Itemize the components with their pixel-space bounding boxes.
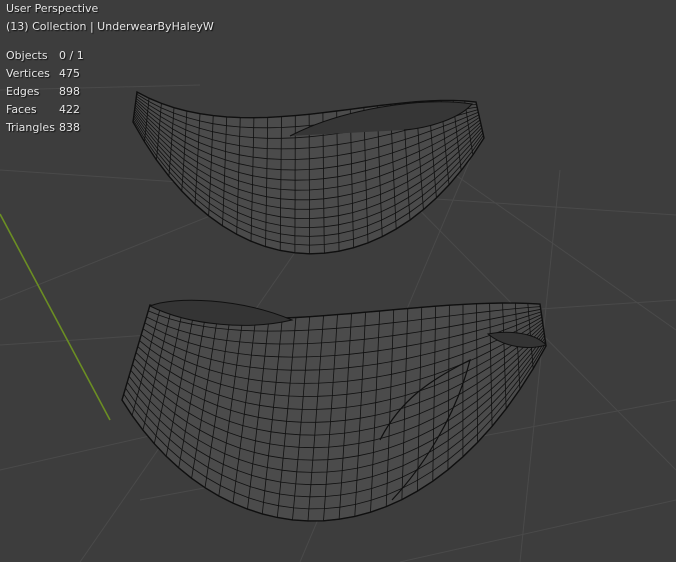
- 3d-viewport[interactable]: User Perspective (13) Collection | Under…: [0, 0, 676, 562]
- lower-underwear-mesh[interactable]: [121, 299, 547, 522]
- viewport-scene[interactable]: [0, 0, 676, 562]
- y-axis-line: [0, 213, 111, 421]
- grid-line: [0, 84, 201, 91]
- upper-underwear-mesh[interactable]: [132, 90, 485, 255]
- mesh-surface: [121, 302, 547, 522]
- grid-line: [399, 499, 676, 562]
- mesh-edge-ring: [308, 114, 311, 254]
